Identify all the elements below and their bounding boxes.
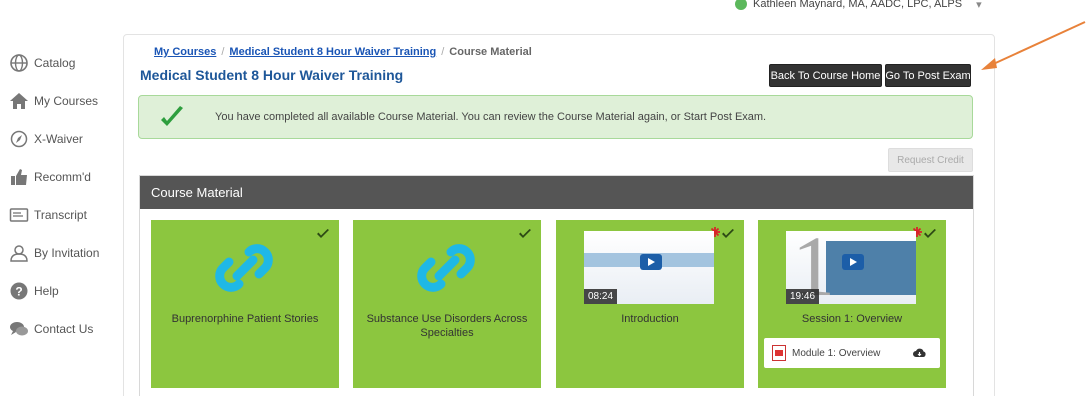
sidebar-item-by-invitation[interactable]: By Invitation (8, 242, 99, 264)
check-icon (317, 229, 329, 238)
play-icon[interactable] (842, 254, 864, 270)
pdf-icon (772, 345, 786, 361)
material-card[interactable]: 1 19:46 Session 1: Overview Module 1: Ov… (758, 220, 946, 388)
sidebar-item-x-waiver[interactable]: X-Waiver (8, 128, 83, 150)
sidebar-item-label: Catalog (34, 56, 76, 70)
sidebar-item-label: My Courses (34, 94, 99, 108)
play-icon[interactable] (640, 254, 662, 270)
go-to-post-exam-button[interactable]: Go To Post Exam (885, 64, 971, 87)
check-icon (722, 229, 734, 238)
annotation-arrow-icon (981, 21, 1086, 70)
sidebar-item-label: Help (34, 284, 59, 298)
sidebar-item-label: X-Waiver (34, 132, 83, 146)
invitation-icon (10, 245, 28, 262)
module-download[interactable]: Module 1: Overview (764, 338, 940, 368)
video-thumbnail[interactable]: 08:24 (584, 231, 714, 304)
breadcrumb-course[interactable]: Medical Student 8 Hour Waiver Training (229, 46, 436, 58)
video-thumbnail[interactable]: 1 19:46 (786, 231, 916, 304)
main-panel: My Courses / Medical Student 8 Hour Waiver… (123, 34, 995, 396)
sidebar-item-catalog[interactable]: Catalog (8, 52, 75, 74)
page-title: Medical Student 8 Hour Waiver Training (140, 67, 404, 83)
user-name: Kathleen Maynard, MA, AADC, LPC, ALPS (753, 0, 963, 10)
svg-text:?: ? (15, 285, 22, 299)
link-icon (417, 244, 475, 292)
chat-icon (10, 322, 28, 336)
alert-message: You have completed all available Course … (215, 111, 767, 123)
card-label: Introduction (621, 313, 679, 325)
material-card[interactable]: Buprenorphine Patient Stories (151, 220, 339, 388)
material-card[interactable]: 08:24 Introduction (556, 220, 744, 388)
breadcrumb-current: Course Material (449, 46, 532, 58)
sidebar-item-contact-us[interactable]: Contact Us (8, 318, 93, 340)
cloud-download-icon[interactable] (913, 347, 926, 358)
sidebar-item-label: Transcript (34, 208, 87, 222)
check-icon (519, 229, 531, 238)
request-credit-button[interactable]: Request Credit (888, 148, 973, 172)
sidebar-item-label: By Invitation (34, 246, 100, 260)
sidebar-item-help[interactable]: ? Help (8, 280, 59, 302)
globe-icon (10, 54, 28, 72)
check-icon (924, 229, 936, 238)
sidebar-item-label: Recomm'd (34, 170, 91, 184)
breadcrumb-my-courses[interactable]: My Courses (154, 46, 216, 58)
module-label: Module 1: Overview (792, 347, 881, 359)
home-icon (10, 93, 28, 109)
video-duration: 08:24 (584, 289, 618, 304)
help-icon: ? (10, 282, 28, 300)
video-duration: 19:46 (786, 289, 820, 304)
completion-alert: You have completed all available Course … (138, 95, 973, 139)
thumbs-up-icon (11, 169, 27, 185)
sidebar-item-transcript[interactable]: Transcript (8, 204, 87, 226)
sidebar: Catalog My Courses X-Waiver Recomm'd Tra… (0, 40, 122, 396)
sidebar-item-label: Contact Us (34, 322, 94, 336)
transcript-icon (9, 208, 29, 222)
user-menu[interactable]: Kathleen Maynard, MA, AADC, LPC, ALPS ▾ (735, 0, 982, 12)
card-label: Substance Use Disorders Across Specialti… (366, 313, 528, 339)
user-avatar (735, 0, 747, 10)
material-card[interactable]: Substance Use Disorders Across Specialti… (353, 220, 541, 388)
back-to-course-home-button[interactable]: Back To Course Home (769, 64, 882, 87)
thumbnail-slide (826, 241, 916, 295)
link-icon (215, 244, 273, 292)
card-label: Session 1: Overview (801, 313, 903, 325)
chevron-down-icon: ▾ (976, 0, 982, 11)
sidebar-item-recommended[interactable]: Recomm'd (8, 166, 91, 188)
breadcrumb: My Courses / Medical Student 8 Hour Waiver… (154, 46, 532, 58)
course-material-panel: Course Material Buprenorphine Patient St… (139, 175, 974, 396)
panel-title: Course Material (140, 176, 973, 209)
compass-icon (10, 130, 28, 148)
card-label: Buprenorphine Patient Stories (171, 313, 319, 325)
sidebar-item-my-courses[interactable]: My Courses (8, 90, 98, 112)
checkmark-icon (161, 106, 183, 126)
